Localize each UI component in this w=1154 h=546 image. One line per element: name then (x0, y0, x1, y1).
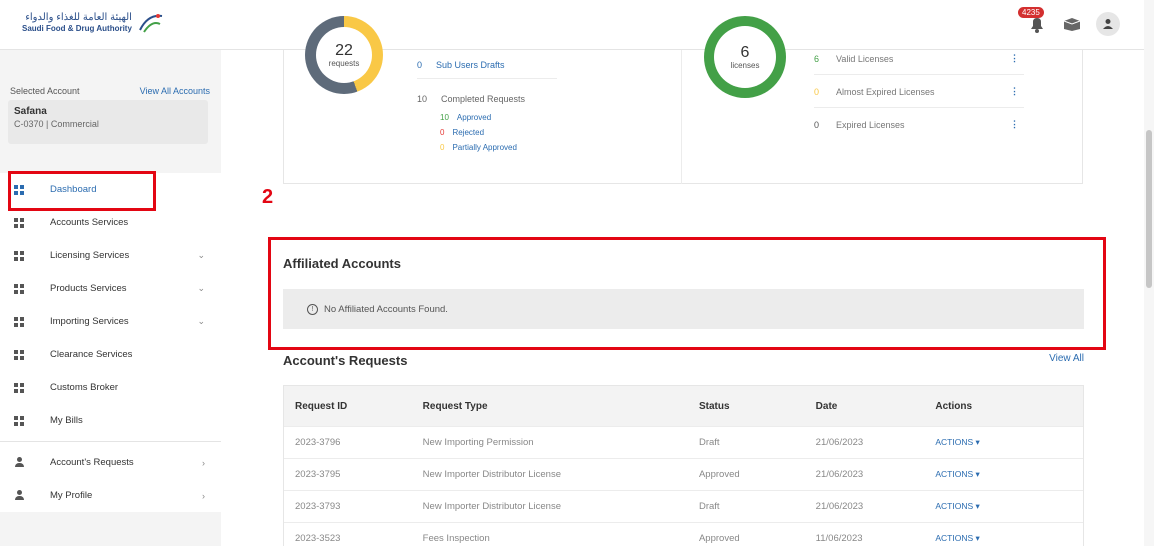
sidebar-item-label: Clearance Services (50, 349, 133, 360)
selected-account-label: Selected Account (10, 86, 80, 96)
grid-icon (14, 283, 24, 294)
accounts-requests-title: Account's Requests (283, 353, 408, 368)
approved-row[interactable]: 10 Approved (440, 113, 491, 122)
selected-account-card[interactable]: Safana C-0370 | Commercial (8, 100, 208, 144)
sidebar-item-customs-broker[interactable]: Customs Broker (0, 371, 221, 404)
page-scrollbar[interactable] (1144, 0, 1154, 546)
chevron-down-icon: ⌄ (197, 316, 205, 326)
col-header-request-type: Request Type (422, 400, 488, 412)
col-header-status: Status (698, 400, 730, 412)
sidebar-item-my-profile[interactable]: My Profile › (0, 479, 221, 512)
sidebar-item-products-services[interactable]: Products Services ⌄ (0, 272, 221, 305)
actions-dropdown[interactable]: ACTIONS ▾ (935, 501, 1083, 512)
sidebar-item-importing-services[interactable]: Importing Services ⌄ (0, 305, 221, 338)
box-icon[interactable] (1062, 16, 1082, 32)
header-actions: 4235 (1018, 7, 1120, 36)
grid-icon (14, 349, 24, 360)
chevron-right-icon: › (202, 490, 205, 501)
more-vert-icon[interactable]: ⋮ (1010, 86, 1019, 97)
account-name: Safana (14, 106, 47, 117)
view-all-requests-link[interactable]: View All (1049, 353, 1084, 364)
sidebar-item-clearance-services[interactable]: Clearance Services (0, 338, 221, 371)
sidebar-item-label: Account's Requests (50, 457, 134, 468)
table-row: 2023-3523 Fees Inspection Approved 11/06… (284, 522, 1083, 546)
sidebar-item-accounts-requests[interactable]: Account's Requests › (0, 446, 221, 479)
affiliated-accounts-highlight-box (268, 237, 1106, 350)
requests-table: Request ID Request Type Status Date Acti… (283, 385, 1084, 546)
sidebar-item-label: Customs Broker (50, 382, 119, 393)
annotation-number: 2 (262, 186, 274, 208)
sidebar-menu: Dashboard Accounts Services Licensing Se… (0, 173, 221, 512)
chevron-down-icon: ⌄ (197, 250, 205, 260)
chevron-down-icon: ⌄ (197, 283, 205, 293)
requests-label: requests (328, 58, 360, 68)
dashboard-stats-card: 22 requests 0 Sub Users Drafts 10 Comple… (283, 16, 1083, 184)
menu-divider (0, 441, 221, 442)
sidebar-item-label: Accounts Services (50, 217, 129, 228)
partially-approved-row[interactable]: 0 Partially Approved (440, 143, 517, 152)
dashboard-highlight-box (8, 171, 156, 211)
more-vert-icon[interactable]: ⋮ (1010, 53, 1019, 64)
sidebar-item-licensing-services[interactable]: Licensing Services ⌄ (0, 239, 221, 272)
notifications-button[interactable]: 4235 (1018, 7, 1048, 35)
more-vert-icon[interactable]: ⋮ (1010, 119, 1019, 130)
sidebar-item-my-bills[interactable]: My Bills (0, 404, 221, 437)
table-header: Request ID Request Type Status Date Acti… (284, 386, 1083, 426)
table-row: 2023-3795 New Importer Distributor Licen… (284, 458, 1083, 490)
valid-licenses-row[interactable]: 6 Valid Licenses ⋮ (814, 53, 1019, 64)
selected-account-header: Selected Account View All Accounts (10, 86, 210, 96)
top-header: الهيئة العامة للغذاء والدواء Saudi Food … (0, 0, 1154, 50)
licenses-label: licenses (730, 60, 760, 70)
table-row: 2023-3793 New Importer Distributor Licen… (284, 490, 1083, 522)
logo-english-text: Saudi Food & Drug Authority (22, 24, 132, 33)
licenses-ring-chart: 6 licenses (704, 16, 786, 98)
person-icon (14, 456, 24, 469)
col-header-date: Date (815, 400, 838, 412)
scrollbar-thumb[interactable] (1146, 130, 1152, 288)
logo-arabic-text: الهيئة العامة للغذاء والدواء (25, 12, 132, 23)
view-all-accounts-link[interactable]: View All Accounts (140, 86, 210, 96)
actions-dropdown[interactable]: ACTIONS ▾ (935, 533, 1083, 544)
expired-licenses-row[interactable]: 0 Expired Licenses ⋮ (814, 119, 1019, 130)
almost-expired-licenses-row[interactable]: 0 Almost Expired Licenses ⋮ (814, 86, 1019, 97)
rejected-row[interactable]: 0 Rejected (440, 128, 484, 137)
sidebar-item-label: Licensing Services (50, 250, 130, 261)
grid-icon (14, 250, 24, 261)
col-header-request-id: Request ID (295, 400, 348, 412)
sidebar-item-label: Importing Services (50, 316, 129, 327)
grid-icon (14, 217, 24, 228)
completed-requests-row: 10 Completed Requests (417, 94, 526, 104)
grid-icon (14, 316, 24, 327)
account-type: Commercial (50, 119, 99, 129)
actions-dropdown[interactable]: ACTIONS ▾ (935, 469, 1083, 480)
grid-icon (14, 415, 24, 426)
sfda-emblem-icon (139, 14, 163, 33)
requests-ring-chart: 22 requests (305, 16, 383, 94)
grid-icon (14, 382, 24, 393)
requests-total: 22 (335, 41, 353, 59)
sfda-logo[interactable]: الهيئة العامة للغذاء والدواء Saudi Food … (22, 12, 164, 34)
user-icon (1103, 19, 1113, 29)
actions-dropdown[interactable]: ACTIONS ▾ (935, 437, 1083, 448)
chevron-right-icon: › (202, 457, 205, 468)
person-icon (14, 489, 24, 502)
user-avatar-button[interactable] (1096, 12, 1120, 36)
licenses-total: 6 (740, 43, 750, 61)
sidebar-item-label: My Profile (50, 490, 93, 501)
sidebar-item-label: My Bills (50, 415, 83, 426)
account-code: C-0370 (14, 119, 44, 129)
notification-count-badge: 4235 (1018, 7, 1044, 18)
account-details: C-0370 | Commercial (14, 119, 99, 129)
sidebar: Selected Account View All Accounts Safan… (0, 50, 221, 546)
table-row: 2023-3796 New Importing Permission Draft… (284, 426, 1083, 458)
sidebar-item-label: Products Services (50, 283, 127, 294)
col-header-actions: Actions (935, 400, 973, 412)
sub-users-drafts-row[interactable]: 0 Sub Users Drafts (417, 60, 505, 70)
